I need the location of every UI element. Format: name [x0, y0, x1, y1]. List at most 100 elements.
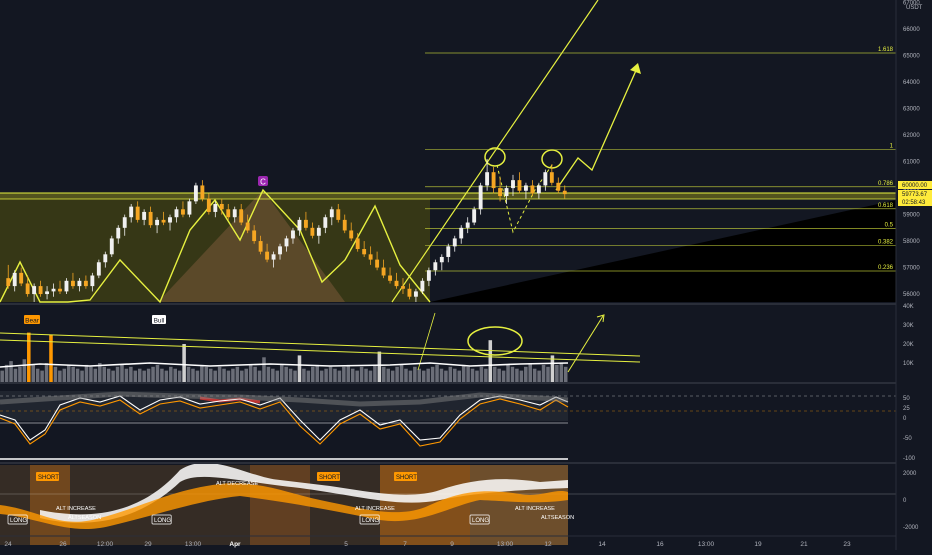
- volume-bar: [53, 366, 58, 382]
- volume-bar: [191, 368, 195, 382]
- volume-bar: [253, 366, 257, 382]
- volume-bar: [35, 368, 40, 382]
- candle-body: [103, 254, 108, 263]
- volume-bar: [271, 368, 275, 382]
- candle-body: [472, 209, 477, 223]
- yellow-zone: [0, 193, 896, 199]
- candle-body: [394, 280, 399, 287]
- volume-bar: [84, 364, 89, 382]
- volume-bar: [0, 370, 4, 382]
- candle-body: [161, 219, 166, 223]
- volume-bar: [31, 364, 35, 382]
- volume-bar: [492, 366, 497, 382]
- volume-bar: [106, 368, 111, 382]
- time-axis-label: 12:00: [97, 541, 114, 548]
- candle-body: [439, 256, 444, 263]
- volume-bar: [75, 368, 80, 382]
- volume-bar: [40, 370, 44, 382]
- candle-body: [155, 219, 160, 226]
- volume-bar: [328, 366, 333, 382]
- candle-body: [291, 230, 295, 239]
- signal-tick-label: -2000: [903, 525, 919, 531]
- candle-body: [174, 209, 179, 218]
- time-axis-label: Apr: [229, 541, 241, 548]
- signal-text-label: ALT INCREASE: [56, 506, 96, 512]
- volume-bar: [266, 366, 271, 382]
- volume-bar: [546, 366, 550, 382]
- volume-bar: [226, 370, 231, 382]
- volume-bar: [506, 364, 510, 382]
- volume-bar: [58, 370, 62, 382]
- time-axis-label: 21: [800, 541, 808, 548]
- volume-bar: [457, 370, 461, 382]
- signal-long-label: LONG: [10, 518, 27, 524]
- volume-bar: [444, 370, 448, 382]
- candle-body: [478, 185, 483, 210]
- candle-body: [25, 283, 30, 295]
- volume-bar: [497, 368, 501, 382]
- volume-bar: [484, 368, 488, 382]
- volume-bar: [413, 366, 417, 382]
- time-axis-label: 9: [450, 541, 454, 548]
- time-axis-label: 24: [4, 541, 12, 548]
- signal-short-label: SHORT: [319, 475, 340, 481]
- peak-label: C: [260, 178, 266, 187]
- volume-tick-label: 20K: [903, 342, 914, 348]
- candle-body: [329, 209, 334, 218]
- fib-level-label: 0.786: [878, 181, 894, 187]
- candle-body: [401, 286, 405, 289]
- volume-bar: [213, 370, 217, 382]
- volume-bar: [408, 370, 413, 382]
- candle-body: [181, 209, 185, 215]
- volume-bar: [146, 368, 151, 382]
- candle-body: [168, 217, 172, 223]
- volume-bar: [435, 364, 439, 382]
- candle-body: [381, 267, 386, 276]
- volume-bar: [4, 364, 9, 382]
- volume-bar: [124, 368, 129, 382]
- volume-bar: [515, 368, 519, 382]
- candle-body: [122, 217, 127, 228]
- price-tag-last: 59773.67: [902, 192, 928, 198]
- time-axis-label: 19: [754, 541, 762, 548]
- candle-body: [19, 272, 24, 284]
- candle-body: [543, 172, 548, 186]
- time-axis-label: 13:00: [497, 541, 514, 548]
- trading-chart[interactable]: 1.61810.7860.6180.50.3820.236 C Bear Bul…: [0, 0, 932, 550]
- volume-bar: [222, 368, 226, 382]
- volume-bar: [470, 368, 475, 382]
- volume-bar: [71, 366, 75, 382]
- volume-bar: [284, 366, 288, 382]
- price-tick-label: 56000: [903, 292, 920, 298]
- time-axis-label: 16: [656, 541, 664, 548]
- volume-bar: [235, 366, 240, 382]
- candle-body: [303, 219, 308, 228]
- volume-bar: [319, 370, 324, 382]
- chart-stage[interactable]: 1.618 1 0.786 0.618 0.5 0.382 0.236 C Bear Bul…: [0, 0, 932, 550]
- volume-bar: [466, 366, 470, 382]
- volume-bar: [430, 366, 435, 382]
- volume-bar: [555, 364, 559, 382]
- signal-short-label: SHORT: [38, 475, 59, 481]
- candle-body: [6, 278, 11, 287]
- volume-bar: [563, 366, 568, 382]
- volume-bar: [355, 370, 359, 382]
- volume-bar: [177, 370, 182, 382]
- candle-body: [278, 246, 282, 255]
- volume-bar: [541, 364, 546, 382]
- candle-body: [206, 198, 211, 212]
- volume-bar: [395, 366, 399, 382]
- candle-body: [349, 230, 354, 239]
- volume-bar: [448, 366, 453, 382]
- signal-text-label: ALT INCREASE: [355, 506, 395, 512]
- candle-body: [32, 286, 37, 295]
- signal-short-label: SHORT: [396, 475, 417, 481]
- candle-body: [491, 172, 496, 189]
- price-tick-label: 65000: [903, 54, 920, 60]
- price-tick-label: 66000: [903, 27, 920, 33]
- fib-level-label: 0.382: [878, 239, 894, 245]
- candle-body: [219, 203, 224, 210]
- oscillator-tick-label: -50: [903, 436, 912, 442]
- volume-bar: [120, 364, 124, 382]
- candle-body: [336, 209, 341, 220]
